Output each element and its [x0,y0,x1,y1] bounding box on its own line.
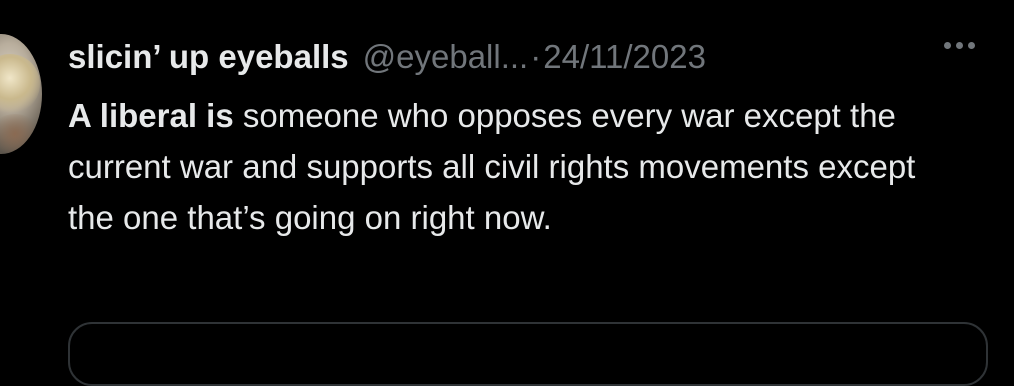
display-name[interactable]: slicin’ up eyeballs [68,38,349,76]
tweet-date[interactable]: 24/11/2023 [543,38,706,76]
avatar-image-shade [0,114,40,154]
tweet-text-bold: A liberal is [68,97,234,134]
more-dot [968,42,975,49]
tweet[interactable]: slicin’ up eyeballs @eyeball... · 24/11/… [0,0,1014,386]
tweet-header: slicin’ up eyeballs @eyeball... · 24/11/… [68,30,706,84]
more-dot [956,42,963,49]
embedded-card[interactable] [68,322,988,386]
user-handle[interactable]: @eyeball... [363,38,529,76]
more-options-icon[interactable] [944,42,975,49]
tweet-text: A liberal is someone who opposes every w… [68,90,968,243]
more-dot [944,42,951,49]
separator-dot: · [530,38,542,75]
avatar[interactable] [0,34,42,154]
avatar-image-highlight [0,54,40,114]
